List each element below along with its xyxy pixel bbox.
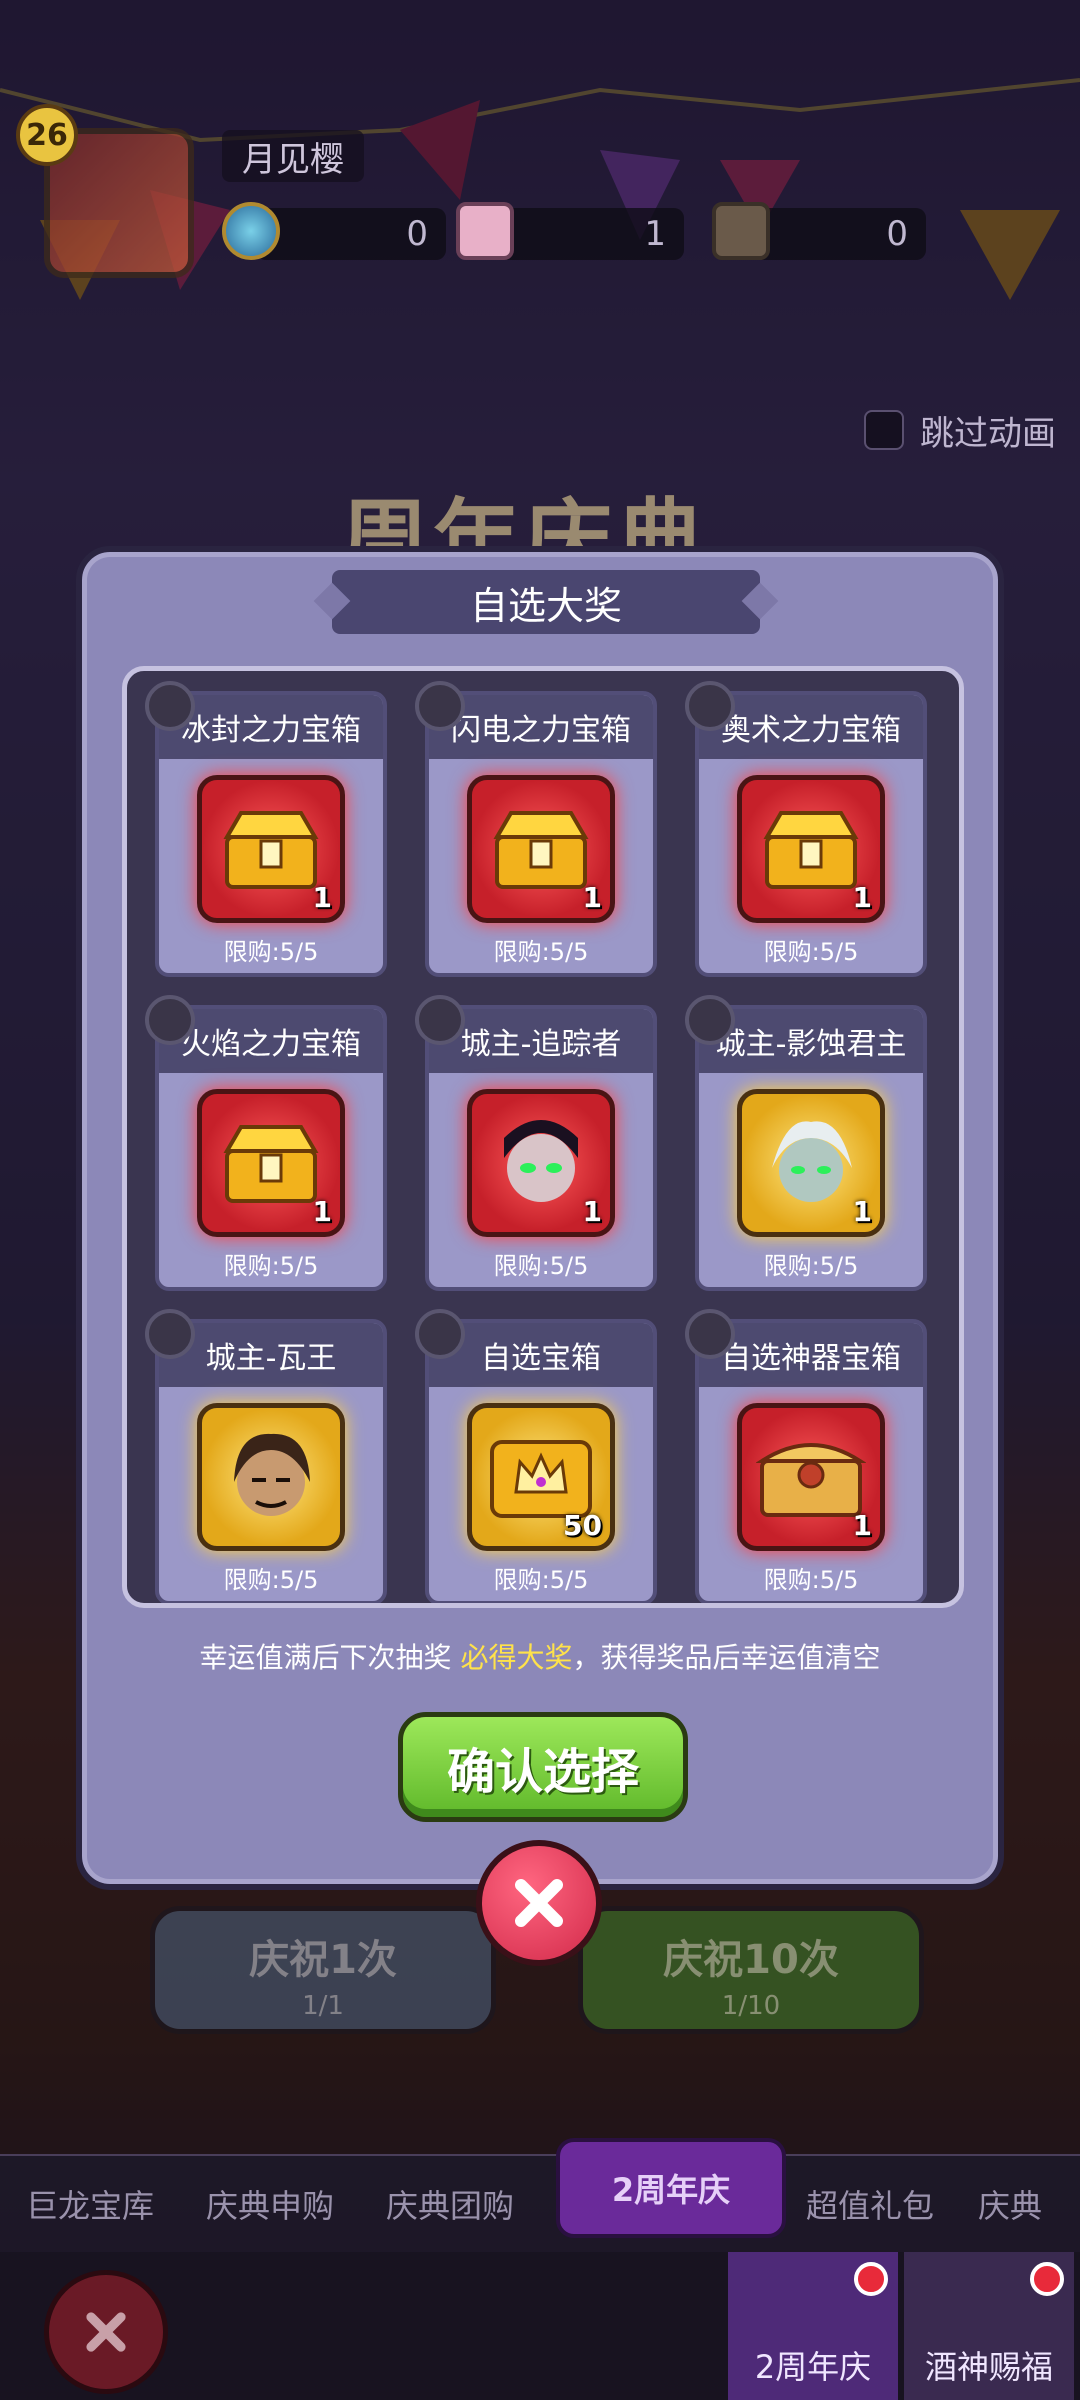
hero-portrait-icon: 1 <box>467 1089 615 1237</box>
skip-animation-checkbox[interactable] <box>864 410 904 450</box>
select-radio[interactable] <box>415 1309 465 1359</box>
reward-quantity: 1 <box>312 1195 332 1228</box>
feature-bacchus-label: 酒神赐福 <box>924 2348 1053 2386</box>
level-badge: 26 <box>16 104 78 166</box>
purchase-limit: 限购:5/5 <box>493 1252 589 1280</box>
select-radio[interactable] <box>685 995 735 1045</box>
gem-coin-icon <box>222 202 280 260</box>
reward-card[interactable]: 城主-瓦王 限购:5/5 <box>145 1309 387 1603</box>
tag-icon <box>712 202 770 260</box>
ticket-icon <box>456 202 514 260</box>
reward-quantity: 1 <box>852 1195 872 1228</box>
crown-chest-icon: 50 <box>467 1403 615 1551</box>
lucky-highlight: 必得大奖 <box>460 1641 573 1674</box>
purchase-limit: 限购:5/5 <box>763 1566 859 1594</box>
resource-ticket-counter: 1 <box>494 208 684 260</box>
select-radio[interactable] <box>145 681 195 731</box>
reward-card[interactable]: 自选神器宝箱 1 限购:5/5 <box>685 1309 927 1603</box>
notification-dot <box>854 2262 888 2296</box>
treasure-chest-icon: 1 <box>737 775 885 923</box>
purchase-limit: 限购:5/5 <box>763 938 859 966</box>
close-icon <box>86 2312 126 2352</box>
feature-anniversary-label: 2周年庆 <box>754 2348 872 2386</box>
purchase-limit: 限购:5/5 <box>763 1252 859 1280</box>
select-radio[interactable] <box>685 681 735 731</box>
skip-animation-label: 跳过动画 <box>920 414 1056 454</box>
tab-value-pack[interactable]: 超值礼包 <box>780 2181 960 2227</box>
resource-coin-counter: 0 <box>256 208 446 260</box>
celebrate-ten-count: 1/10 <box>721 1991 781 2021</box>
reward-quantity: 1 <box>312 881 332 914</box>
purchase-limit: 限购:5/5 <box>223 1566 319 1594</box>
tab-celebration-group-buy[interactable]: 庆典团购 <box>360 2181 540 2227</box>
celebrate-once-button[interactable]: 庆祝1次 1/1 <box>150 1906 496 2034</box>
reward-select-modal: 自选大奖 冰封之力宝箱 1 限购:5/5 闪电之力宝箱 1 限购:5/5 奥术之… <box>76 546 1004 1890</box>
reward-quantity: 1 <box>852 881 872 914</box>
bottom-tab-bar: 巨龙宝库 庆典申购 庆典团购 超值礼包 庆典 <box>0 2154 1080 2252</box>
close-icon <box>515 1879 563 1927</box>
reward-card[interactable]: 城主-追踪者 1 限购:5/5 <box>415 995 657 1291</box>
purchase-limit: 限购:5/5 <box>223 1252 319 1280</box>
tab-dragon-vault[interactable]: 巨龙宝库 <box>0 2181 180 2227</box>
lucky-prefix: 幸运值满后下次抽奖 <box>199 1641 461 1674</box>
reward-card[interactable]: 闪电之力宝箱 1 限购:5/5 <box>415 681 657 977</box>
tab-celebration[interactable]: 庆典 <box>960 2181 1060 2227</box>
back-button[interactable] <box>44 2270 168 2394</box>
reward-grid-frame: 冰封之力宝箱 1 限购:5/5 闪电之力宝箱 1 限购:5/5 奥术之力宝箱 1… <box>122 666 964 1608</box>
hero-portrait-icon <box>197 1403 345 1551</box>
notification-dot <box>1030 2262 1064 2296</box>
reward-quantity: 1 <box>852 1509 872 1542</box>
reward-card[interactable]: 自选宝箱 50 限购:5/5 <box>415 1309 657 1603</box>
resource-tag-counter: 0 <box>746 208 926 260</box>
select-radio[interactable] <box>145 1309 195 1359</box>
treasure-chest-icon: 1 <box>467 775 615 923</box>
purchase-limit: 限购:5/5 <box>223 938 319 966</box>
lucky-value-hint: 幸运值满后下次抽奖 必得大奖，获得奖品后幸运值清空 <box>82 1636 998 1676</box>
celebrate-ten-button[interactable]: 庆祝10次 1/10 <box>578 1906 924 2034</box>
treasure-chest-icon: 1 <box>197 775 345 923</box>
celebrate-once-label: 庆祝1次 <box>249 1937 397 1983</box>
feature-bacchus-blessing[interactable]: 酒神赐福 <box>904 2252 1074 2400</box>
select-radio[interactable] <box>685 1309 735 1359</box>
confirm-selection-button[interactable]: 确认选择 <box>398 1712 688 1822</box>
artifact-chest-icon: 1 <box>737 1403 885 1551</box>
reward-card[interactable]: 冰封之力宝箱 1 限购:5/5 <box>145 681 387 977</box>
celebrate-ten-label: 庆祝10次 <box>663 1937 839 1983</box>
purchase-limit: 限购:5/5 <box>493 938 589 966</box>
select-radio[interactable] <box>145 995 195 1045</box>
reward-card[interactable]: 城主-影蚀君主 1 限购:5/5 <box>685 995 927 1291</box>
tab-anniversary[interactable]: 2周年庆 <box>556 2138 786 2238</box>
reward-grid: 冰封之力宝箱 1 限购:5/5 闪电之力宝箱 1 限购:5/5 奥术之力宝箱 1… <box>145 681 935 1603</box>
reward-quantity: 1 <box>582 1195 602 1228</box>
feature-anniversary[interactable]: 2周年庆 <box>728 2252 898 2400</box>
close-modal-button[interactable] <box>476 1840 602 1966</box>
hero-portrait-icon: 1 <box>737 1089 885 1237</box>
tab-celebration-subscribe[interactable]: 庆典申购 <box>180 2181 360 2227</box>
treasure-chest-icon: 1 <box>197 1089 345 1237</box>
reward-quantity: 1 <box>582 881 602 914</box>
purchase-limit: 限购:5/5 <box>493 1566 589 1594</box>
select-radio[interactable] <box>415 995 465 1045</box>
celebrate-once-count: 1/1 <box>302 1991 344 2021</box>
reward-quantity: 50 <box>563 1509 602 1542</box>
player-name: 月见樱 <box>222 130 364 182</box>
reward-card[interactable]: 奥术之力宝箱 1 限购:5/5 <box>685 681 927 977</box>
reward-card[interactable]: 火焰之力宝箱 1 限购:5/5 <box>145 995 387 1291</box>
modal-title: 自选大奖 <box>332 570 760 634</box>
lucky-suffix: ，获得奖品后幸运值清空 <box>572 1641 881 1674</box>
select-radio[interactable] <box>415 681 465 731</box>
